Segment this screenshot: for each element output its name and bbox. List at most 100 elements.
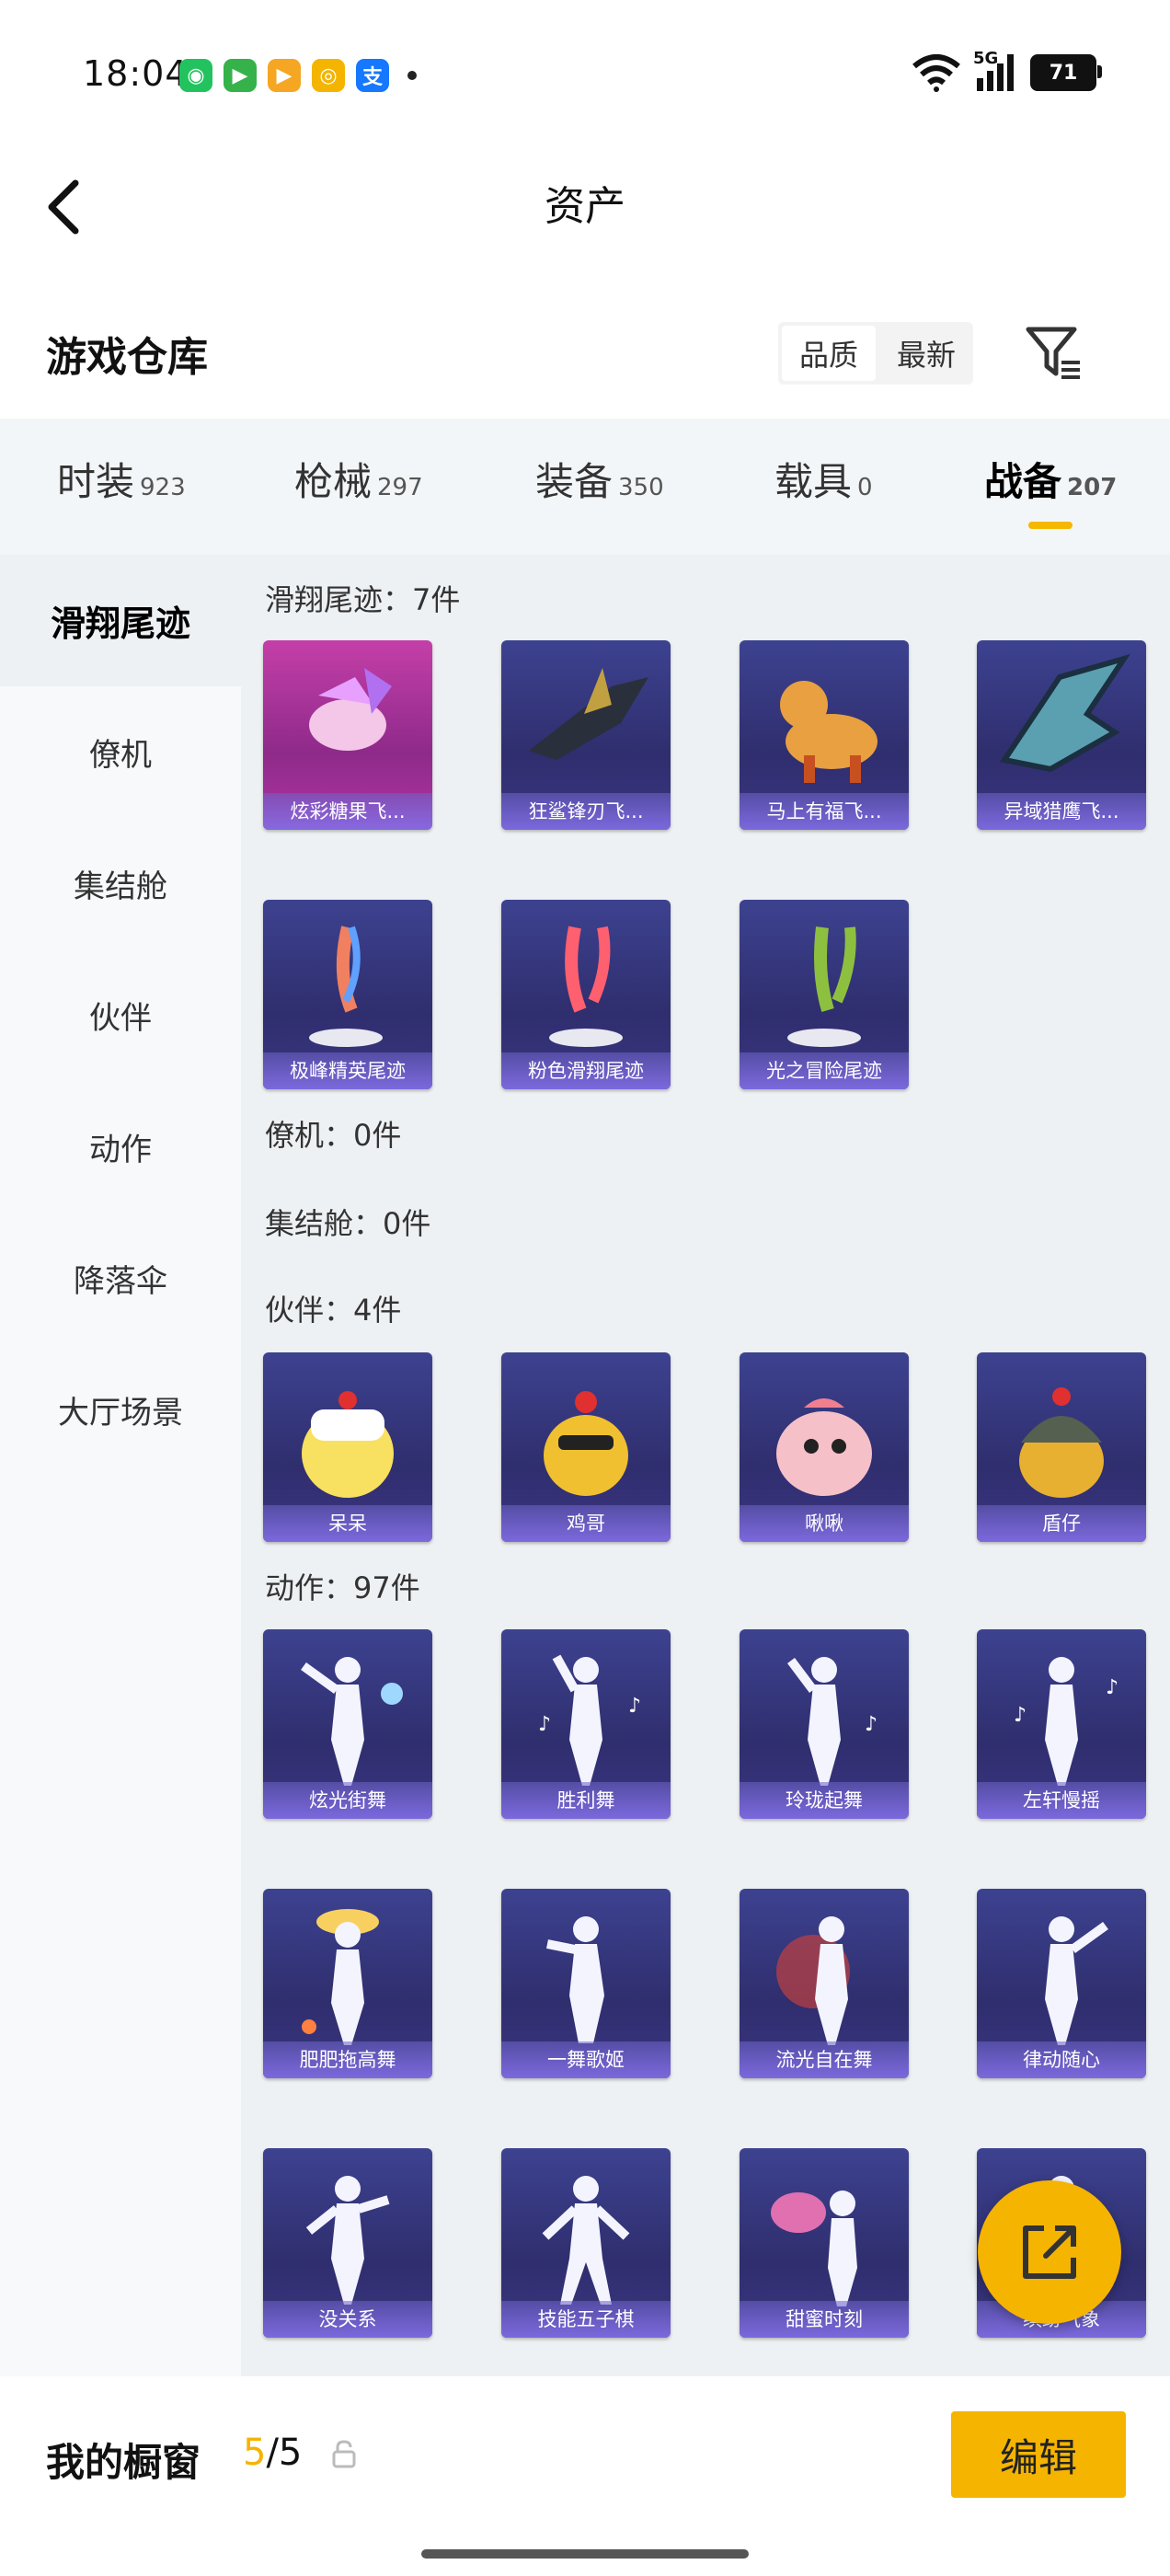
wifi-icon xyxy=(912,54,960,92)
section-title-partner: 伙伴：4件 xyxy=(265,1293,402,1328)
section-title-pod: 集结舱：0件 xyxy=(265,1206,431,1241)
item-name: 盾仔 xyxy=(1042,1512,1081,1535)
item-card[interactable]: 鸡哥 xyxy=(501,1352,671,1542)
sidebar-item-lobby[interactable]: 大厅场景 xyxy=(0,1344,241,1476)
svg-text:♪: ♪ xyxy=(865,1713,878,1736)
sidebar-item-pod[interactable]: 集结舱 xyxy=(0,818,241,949)
notification-icons: ◉ ▶ ▶ ◎ 支 xyxy=(179,59,417,92)
svg-text:♪: ♪ xyxy=(1106,1676,1118,1699)
tab-readiness[interactable]: 战备 207 xyxy=(984,451,1117,507)
tab-vehicles[interactable]: 载具 0 xyxy=(774,451,873,507)
item-name: 啾啾 xyxy=(805,1512,843,1535)
showcase-bar: 我的橱窗 5/5 编辑 xyxy=(0,2376,1170,2576)
section-title-wingman: 僚机：0件 xyxy=(265,1118,402,1153)
tab-label: 枪械 xyxy=(294,459,373,504)
network-type: 5G xyxy=(973,49,999,68)
item-name: 流光自在舞 xyxy=(775,2049,873,2071)
sidebar-item-parachute[interactable]: 降落伞 xyxy=(0,1213,241,1344)
sort-toggle: 品质 最新 xyxy=(778,322,973,385)
sidebar-item-partner[interactable]: 伙伴 xyxy=(0,949,241,1081)
battery-level: 71 xyxy=(1049,61,1078,85)
tab-fashion[interactable]: 时装 923 xyxy=(57,451,186,507)
item-name: 炫彩糖果飞... xyxy=(290,800,406,822)
filter-icon xyxy=(1026,327,1080,379)
item-card[interactable]: ♪ ♪ 胜利舞 xyxy=(501,1629,671,1819)
sort-by-quality[interactable]: 品质 xyxy=(782,326,876,381)
battery-icon: 71 xyxy=(1030,54,1102,91)
top-bar: 资产 xyxy=(0,147,1170,267)
item-card[interactable]: 甜蜜时刻 xyxy=(740,2148,909,2338)
item-name: 马上有福飞... xyxy=(766,800,882,822)
tab-count: 207 xyxy=(1067,474,1118,501)
item-card[interactable]: 律动随心 xyxy=(977,1889,1146,2078)
sidebar: 滑翔尾迹 僚机 集结舱 伙伴 动作 降落伞 大厅场景 xyxy=(0,555,241,2376)
more-notifications-icon xyxy=(407,71,417,80)
svg-text:♪: ♪ xyxy=(538,1713,551,1736)
tab-label: 战备 xyxy=(984,459,1062,504)
item-card[interactable]: 炫彩糖果飞... xyxy=(263,640,432,830)
home-indicator xyxy=(421,2549,749,2559)
item-card[interactable]: 啾啾 xyxy=(740,1352,909,1542)
item-name: 技能五子棋 xyxy=(537,2308,635,2330)
item-card[interactable]: 炫光街舞 xyxy=(263,1629,432,1819)
item-card[interactable]: 盾仔 xyxy=(977,1352,1146,1542)
item-card[interactable]: 肥肥拖高舞 xyxy=(263,1889,432,2078)
item-name: 甜蜜时刻 xyxy=(786,2308,863,2330)
item-card[interactable]: 没关系 xyxy=(263,2148,432,2338)
item-name: 一舞歌姬 xyxy=(547,2049,625,2071)
item-card[interactable]: 技能五子棋 xyxy=(501,2148,671,2338)
item-name: 鸡哥 xyxy=(567,1512,605,1535)
section-title-emote: 动作：97件 xyxy=(265,1570,420,1605)
showcase-title: 我的橱窗 xyxy=(46,2440,201,2485)
lock-icon xyxy=(332,2440,356,2468)
item-name: 极峰精英尾迹 xyxy=(290,1060,406,1082)
sidebar-item-wingman[interactable]: 僚机 xyxy=(0,686,241,818)
item-card[interactable]: ♪ 玲珑起舞 xyxy=(740,1629,909,1819)
showcase-count-current: 5 xyxy=(243,2432,267,2474)
status-right: 5G 71 xyxy=(912,49,1102,92)
item-name: 胜利舞 xyxy=(556,1789,615,1811)
weibo-icon: ◎ xyxy=(312,59,345,92)
tab-equipment[interactable]: 装备 350 xyxy=(535,451,664,507)
item-name: 呆呆 xyxy=(328,1512,367,1535)
sidebar-item-emote[interactable]: 动作 xyxy=(0,1081,241,1213)
item-card[interactable]: ♪ ♪ 左轩慢摇 xyxy=(977,1629,1146,1819)
active-tab-indicator xyxy=(1028,522,1072,529)
alipay-icon: 支 xyxy=(356,59,389,92)
item-card[interactable]: 一舞歌姬 xyxy=(501,1889,671,2078)
wechat-icon: ◉ xyxy=(179,59,212,92)
item-name: 异域猎鹰飞... xyxy=(1004,800,1119,822)
item-card[interactable]: 粉色滑翔尾迹 xyxy=(501,900,671,1089)
youku-icon: ▶ xyxy=(268,59,301,92)
content-area: 滑翔尾迹 僚机 集结舱 伙伴 动作 降落伞 大厅场景 滑翔尾迹：7件 僚机：0件… xyxy=(0,555,1170,2376)
page-title: 资产 xyxy=(545,183,625,230)
sidebar-item-trail[interactable]: 滑翔尾迹 xyxy=(0,555,241,686)
tab-count: 923 xyxy=(140,474,186,501)
item-name: 左轩慢摇 xyxy=(1023,1789,1100,1811)
item-card[interactable]: 流光自在舞 xyxy=(740,1889,909,2078)
filter-button[interactable] xyxy=(1023,322,1085,385)
category-tabs: 时装 923 枪械 297 装备 350 载具 0 战备 207 xyxy=(0,419,1170,555)
warehouse-header: 游戏仓库 品质 最新 xyxy=(0,304,1170,405)
status-time: 18:04 xyxy=(83,53,189,94)
external-link-icon xyxy=(1023,2225,1076,2279)
item-card[interactable]: 呆呆 xyxy=(263,1352,432,1542)
edit-button[interactable]: 编辑 xyxy=(951,2411,1126,2498)
tab-count: 297 xyxy=(377,474,423,501)
item-card[interactable]: 异域猎鹰飞... xyxy=(977,640,1146,830)
showcase-count: 5/5 xyxy=(243,2432,302,2474)
item-card[interactable]: 马上有福飞... xyxy=(740,640,909,830)
item-name: 光之冒险尾迹 xyxy=(766,1060,882,1082)
item-name: 粉色滑翔尾迹 xyxy=(528,1060,644,1082)
tab-label: 装备 xyxy=(535,459,614,504)
svg-text:♪: ♪ xyxy=(628,1695,641,1718)
share-fab-button[interactable] xyxy=(978,2180,1121,2324)
tab-weapons[interactable]: 枪械 297 xyxy=(294,451,423,507)
tab-count: 0 xyxy=(857,474,873,501)
sort-by-latest[interactable]: 最新 xyxy=(879,322,973,385)
status-bar: 18:04 ◉ ▶ ▶ ◎ 支 5G 71 xyxy=(0,0,1170,147)
item-card[interactable]: 极峰精英尾迹 xyxy=(263,900,432,1089)
item-card[interactable]: 狂鲨锋刃飞... xyxy=(501,640,671,830)
item-card[interactable]: 光之冒险尾迹 xyxy=(740,900,909,1089)
showcase-count-total: /5 xyxy=(266,2432,303,2474)
